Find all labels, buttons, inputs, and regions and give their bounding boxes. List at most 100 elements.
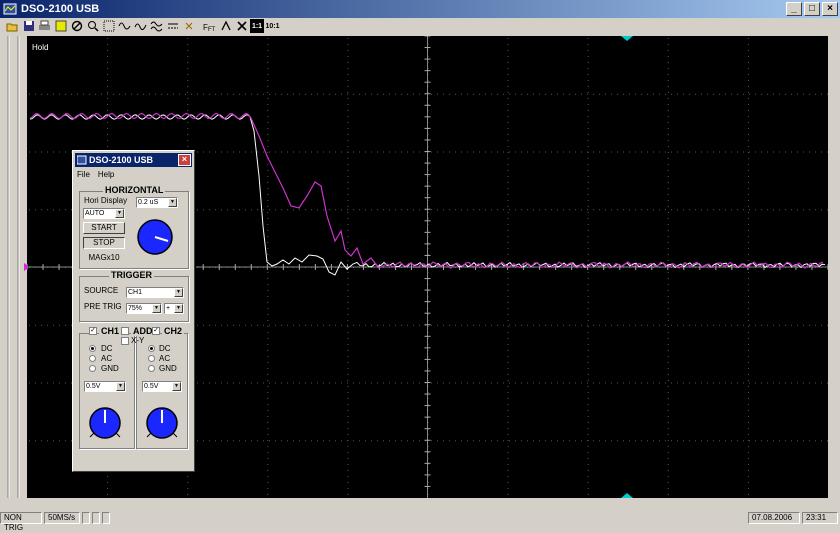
- fft-icon[interactable]: F FT: [202, 19, 217, 33]
- grid-dot: [667, 74, 669, 75]
- grid-dot: [377, 209, 378, 211]
- grid-dot: [587, 151, 588, 153]
- grid-dot: [641, 324, 642, 326]
- add-checkbox[interactable]: [121, 327, 129, 335]
- timebase-knob[interactable]: [135, 217, 175, 257]
- grid-dot: [107, 86, 109, 87]
- grid-dot: [173, 93, 174, 95]
- save-icon[interactable]: [21, 19, 36, 33]
- marker-icon[interactable]: [181, 19, 196, 33]
- grid-dot: [267, 182, 269, 183]
- grid-dot: [461, 93, 462, 95]
- grid-dot: [667, 38, 669, 39]
- grid-dot: [725, 382, 726, 384]
- grid-dot: [47, 93, 48, 95]
- grid-dot: [267, 86, 269, 87]
- cursor-icon[interactable]: [165, 19, 180, 33]
- grid-dot: [507, 170, 509, 171]
- maximize-button[interactable]: □: [804, 2, 820, 16]
- grid-dot: [587, 260, 589, 261]
- grid-dot: [267, 488, 269, 489]
- grid-dot: [245, 382, 246, 384]
- ch1-volts-knob[interactable]: [85, 402, 125, 442]
- grid-dot: [587, 44, 589, 45]
- grid-dot: [587, 230, 589, 231]
- close-button[interactable]: ×: [822, 2, 838, 16]
- grid-dot: [107, 80, 109, 81]
- ch1-checkbox[interactable]: ✓: [89, 327, 97, 335]
- control-panel: DSO-2100 USB × File Help HORIZONTAL Hori…: [72, 150, 195, 472]
- ch1-ac-radio[interactable]: [89, 355, 96, 362]
- stop-icon[interactable]: [69, 19, 84, 33]
- export-icon[interactable]: [53, 19, 68, 33]
- ch2-dc-radio[interactable]: [148, 345, 155, 352]
- grid-icon[interactable]: [101, 19, 116, 33]
- start-button[interactable]: START: [83, 222, 125, 234]
- grid-dot: [803, 382, 804, 384]
- grid-dot: [347, 320, 349, 321]
- ratio10-icon[interactable]: 10:1: [265, 19, 280, 33]
- grid-dot: [747, 296, 749, 297]
- stop-button[interactable]: STOP: [83, 237, 125, 249]
- ch1-dc-radio[interactable]: [89, 345, 96, 352]
- grid-dot: [347, 428, 349, 429]
- grid-dot: [677, 93, 678, 95]
- grid-dot: [521, 382, 522, 384]
- math-icon[interactable]: [149, 19, 164, 33]
- sine-icon[interactable]: [117, 19, 132, 33]
- mag-button[interactable]: MAGx10: [83, 253, 125, 265]
- slope-select[interactable]: + ▼: [164, 303, 184, 314]
- grid-dot: [791, 324, 792, 326]
- ratio1-icon[interactable]: 1:1: [250, 19, 264, 33]
- grid-dot: [667, 476, 669, 477]
- grid-dot: [267, 50, 269, 51]
- pretrig-select[interactable]: 75% ▼: [126, 303, 162, 314]
- ch1-gnd-radio[interactable]: [89, 365, 96, 372]
- menu-file[interactable]: File: [77, 170, 90, 179]
- ch1-dc-label: DC: [101, 344, 113, 353]
- menu-help[interactable]: Help: [98, 170, 114, 179]
- ch2-ac-radio[interactable]: [148, 355, 155, 362]
- open-icon[interactable]: [5, 19, 20, 33]
- grid-dot: [653, 209, 654, 211]
- grid-dot: [401, 209, 402, 211]
- grid-dot: [209, 209, 210, 211]
- ch2-checkbox[interactable]: ✓: [152, 327, 160, 335]
- print-icon[interactable]: [37, 19, 52, 33]
- grid-dot: [467, 440, 468, 442]
- grid-dot: [653, 93, 654, 95]
- grid-dot: [507, 308, 509, 309]
- ch2-volts-knob[interactable]: [142, 402, 182, 442]
- minimize-button[interactable]: _: [786, 2, 802, 16]
- grid-dot: [317, 440, 318, 442]
- grid-dot: [431, 324, 432, 326]
- left-ruler: [7, 36, 30, 498]
- grid-dot: [747, 308, 749, 309]
- timebase-select[interactable]: 0.2 uS ▼: [136, 197, 178, 208]
- grid-dot: [747, 86, 749, 87]
- grid-dot: [587, 452, 589, 453]
- panel-close-button[interactable]: ×: [178, 154, 191, 166]
- grid-dot: [347, 128, 349, 129]
- grid-dot: [575, 93, 576, 95]
- sine2-icon[interactable]: [133, 19, 148, 33]
- grid-dot: [749, 209, 750, 211]
- grid-dot: [507, 62, 509, 63]
- grid-dot: [221, 440, 222, 442]
- probe-icon[interactable]: [218, 19, 233, 33]
- grid-dot: [749, 382, 750, 384]
- grid-dot: [587, 380, 589, 381]
- grid-dot: [507, 398, 509, 399]
- grid-dot: [747, 92, 749, 93]
- timebase-value: 0.2 uS: [138, 199, 159, 206]
- xy-checkbox[interactable]: [121, 337, 129, 345]
- source-select[interactable]: CH1 ▼: [126, 287, 184, 298]
- zoom-icon[interactable]: [85, 19, 100, 33]
- x-icon[interactable]: [234, 19, 249, 33]
- grid-dot: [791, 440, 792, 442]
- grid-dot: [677, 382, 678, 384]
- ch2-volts-select[interactable]: 0.5V ▼: [142, 381, 182, 392]
- hori-display-select[interactable]: AUTO ▼: [83, 208, 125, 219]
- ch2-gnd-radio[interactable]: [148, 365, 155, 372]
- ch1-volts-select[interactable]: 0.5V ▼: [84, 381, 126, 392]
